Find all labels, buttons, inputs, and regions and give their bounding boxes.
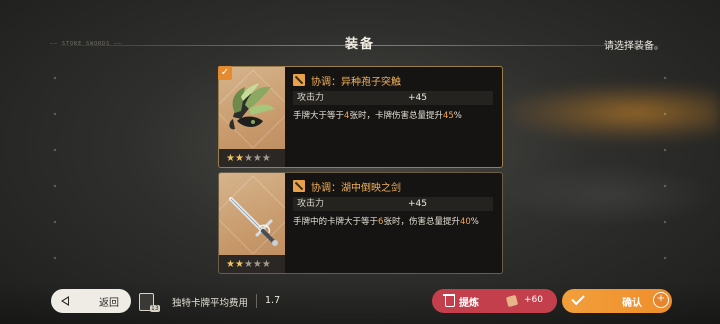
selection-hint: 请选择装备。 xyxy=(604,41,664,52)
check-icon xyxy=(571,291,585,306)
stat-divider xyxy=(256,294,257,308)
card-name-row: 协调：异种孢子突触 xyxy=(293,73,401,88)
card-rarity-bar: ★★★★★ xyxy=(219,149,285,167)
avg-cost-value: 1.7 xyxy=(265,295,281,306)
card-art: ★★★★★ xyxy=(219,67,285,167)
weapon-type-icon xyxy=(293,74,305,86)
rarity-stars: ★★★★★ xyxy=(226,153,271,164)
card-name: 协调：异种孢子突触 xyxy=(311,76,401,88)
card-art: ★★★★★ xyxy=(219,173,285,273)
avg-cost-label: 独特卡牌平均费用 xyxy=(172,298,249,309)
stat-label: 攻击力 xyxy=(297,199,325,209)
refine-label: 提炼 xyxy=(459,298,479,309)
confirm-button[interactable]: 确认 + xyxy=(562,289,672,313)
equipment-card-spore-synapse[interactable]: ★★★★★ ✓ 协调：异种孢子突触 攻击力 +45 手牌大于等于4张时，卡牌伤害… xyxy=(218,66,503,168)
currency-icon xyxy=(505,294,519,308)
deck-count-badge: 13 xyxy=(150,305,160,312)
trash-icon xyxy=(443,294,455,307)
card-description: 手牌中的卡牌大于等于6张时，伤害总量提升40% xyxy=(293,217,479,227)
back-button[interactable]: 返回 xyxy=(51,289,131,313)
refine-button[interactable]: 提炼 +60 xyxy=(432,289,557,313)
card-rarity-bar: ★★★★★ xyxy=(219,255,285,273)
left-side-decor xyxy=(52,60,58,270)
back-label: 返回 xyxy=(99,298,119,309)
right-side-decor xyxy=(662,60,668,270)
background-glow-secondary xyxy=(510,165,710,225)
back-arrow-icon xyxy=(61,296,69,306)
card-description: 手牌大于等于4张时，卡牌伤害总量提升45% xyxy=(293,111,462,121)
card-name: 协调：湖中倒映之剑 xyxy=(311,182,401,194)
sword-icon xyxy=(229,197,278,246)
confirm-label: 确认 xyxy=(622,298,642,309)
selected-check-icon: ✓ xyxy=(218,66,232,80)
stat-value: +45 xyxy=(408,93,427,103)
rarity-stars: ★★★★★ xyxy=(226,259,271,270)
weapon-type-icon xyxy=(293,180,305,192)
refine-value: +60 xyxy=(524,295,543,305)
card-name-row: 协调：湖中倒映之剑 xyxy=(293,179,401,194)
background-glow xyxy=(510,85,720,140)
equipment-card-lake-sword[interactable]: ★★★★★ 协调：湖中倒映之剑 攻击力 +45 手牌中的卡牌大于等于6张时，伤害… xyxy=(218,172,503,274)
attack-stat-row: 攻击力 +45 xyxy=(293,91,493,105)
stat-label: 攻击力 xyxy=(297,93,325,103)
plus-icon: + xyxy=(653,292,669,308)
stat-value: +45 xyxy=(408,199,427,209)
attack-stat-row: 攻击力 +45 xyxy=(293,197,493,211)
